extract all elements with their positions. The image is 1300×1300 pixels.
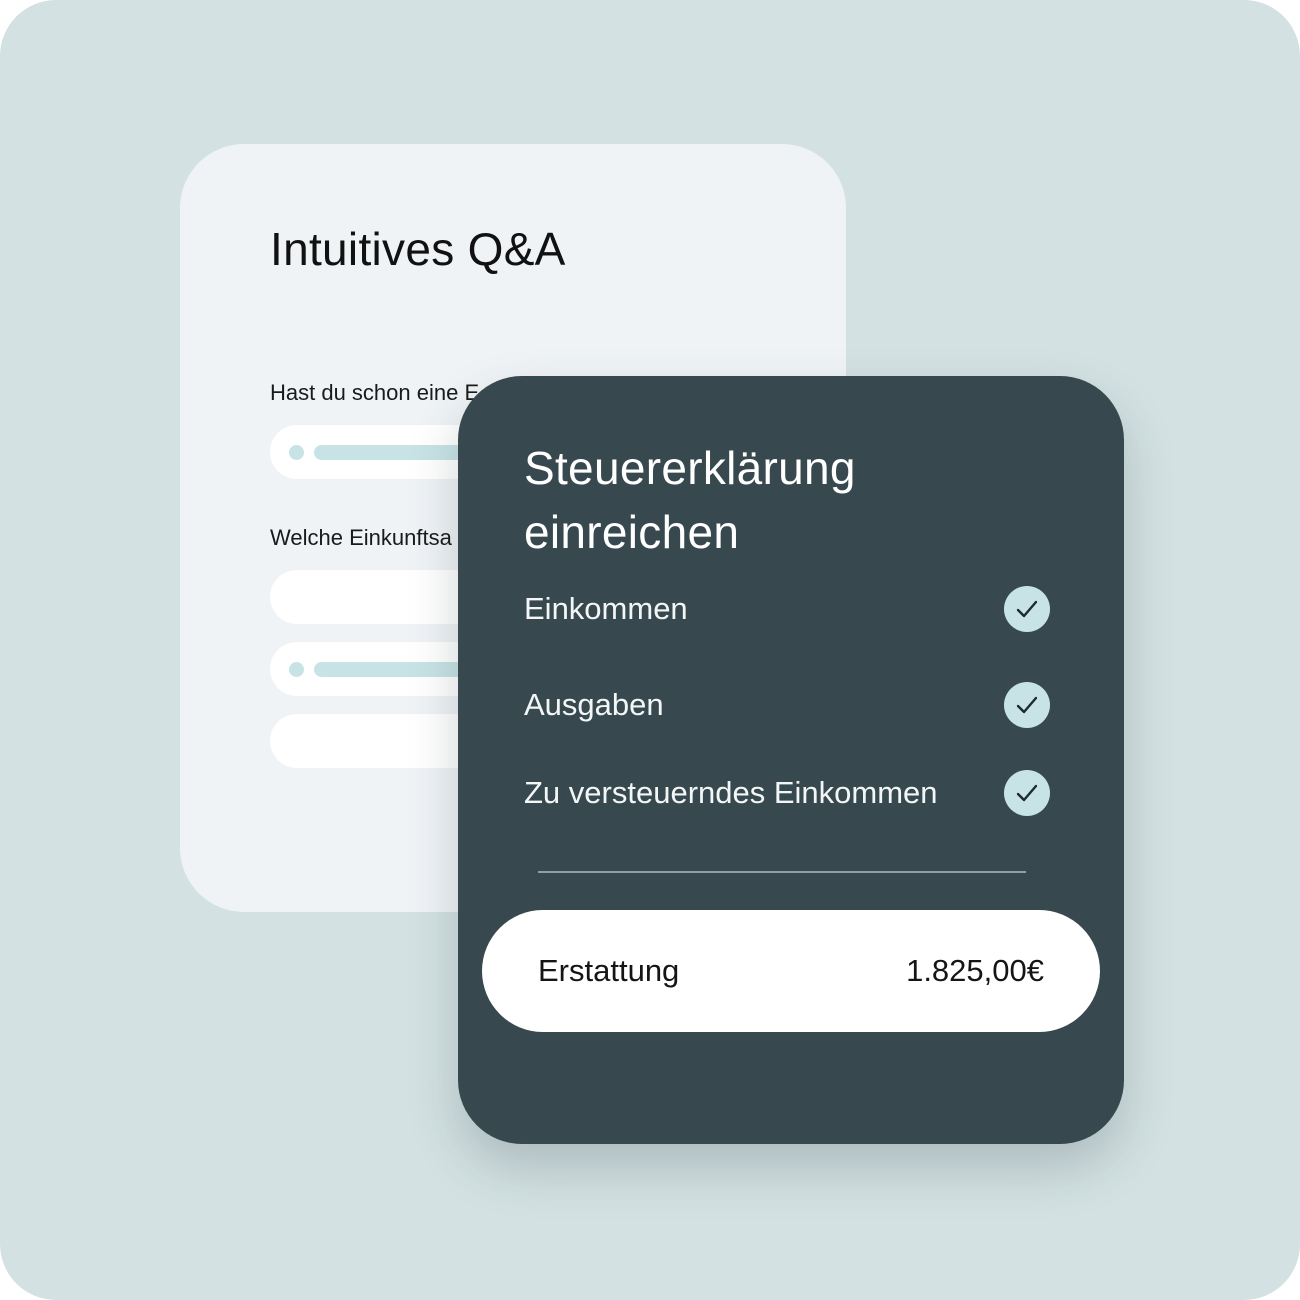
checklist-item-taxable-income: Zu versteuerndes Einkommen (524, 769, 1050, 817)
checklist-item-label: Ausgaben (524, 687, 664, 722)
checklist-item-label: Einkommen (524, 591, 688, 626)
qa-card-title: Intuitives Q&A (270, 223, 566, 275)
refund-label: Erstattung (538, 953, 680, 988)
tax-card-title: Steuererklärung einreichen (524, 436, 856, 564)
checklist-item-expenses: Ausgaben (524, 681, 1050, 729)
refund-amount: 1.825,00€ (906, 953, 1044, 988)
radio-dot-icon (289, 662, 304, 677)
qa-question-1: Hast du schon eine E (270, 380, 480, 405)
radio-dot-icon (289, 445, 304, 460)
divider (538, 871, 1026, 873)
checklist-item-label: Zu versteuerndes Einkommen (524, 775, 938, 810)
check-icon (1004, 586, 1050, 632)
tax-return-card: Steuererklärung einreichen Einkommen Aus… (458, 376, 1124, 1144)
check-icon (1004, 770, 1050, 816)
refund-summary: Erstattung 1.825,00€ (482, 910, 1100, 1032)
tax-card-title-line-2: einreichen (524, 506, 740, 558)
qa-question-2: Welche Einkunftsa (270, 525, 452, 550)
page-background: Intuitives Q&A Hast du schon eine E Welc… (0, 0, 1300, 1300)
checklist-item-income: Einkommen (524, 585, 1050, 633)
tax-card-title-line-1: Steuererklärung (524, 442, 856, 494)
check-icon (1004, 682, 1050, 728)
